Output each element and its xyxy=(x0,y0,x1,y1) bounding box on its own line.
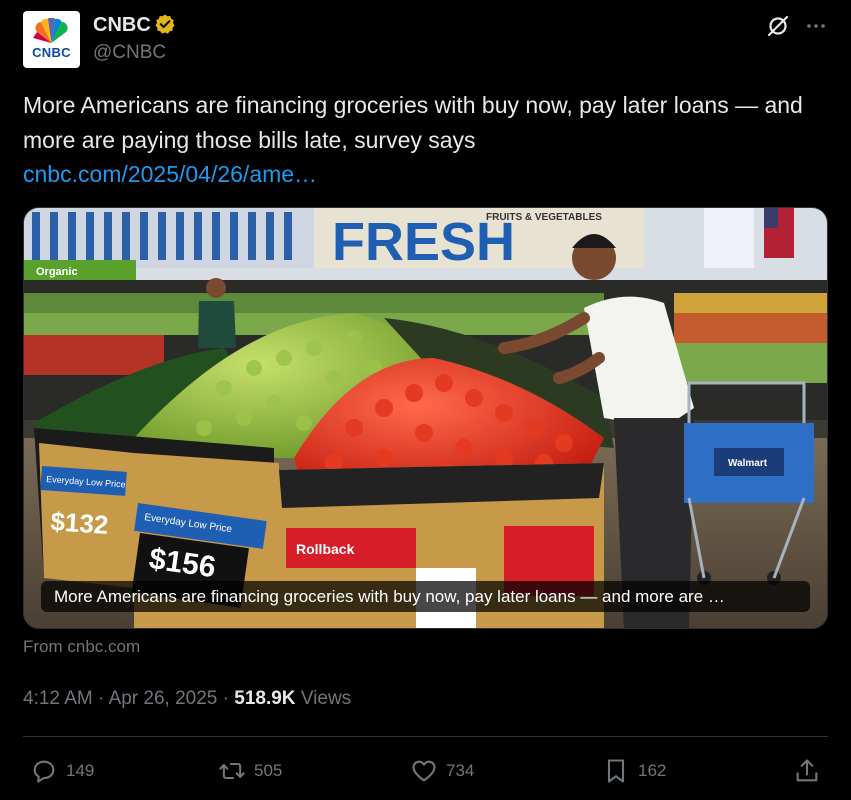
views-count: 518.9K xyxy=(234,688,296,709)
media-card[interactable]: FRESH FRUITS & VEGETABLES Organic Everyd… xyxy=(23,207,828,629)
share-icon xyxy=(796,759,818,782)
tweet-link[interactable]: cnbc.com/2025/04/26/ame… xyxy=(23,157,317,192)
repost-button[interactable]: 505 xyxy=(218,753,282,789)
walmart-cart-sign: Walmart xyxy=(728,458,768,469)
author-handle[interactable]: @CNBC xyxy=(93,40,176,66)
author-display-name[interactable]: CNBC xyxy=(93,12,151,38)
tweet-time[interactable]: 4:12 AM xyxy=(23,688,93,709)
organic-sign: Organic xyxy=(36,266,78,278)
media-caption: More Americans are financing groceries w… xyxy=(41,581,810,612)
peacock-logo-icon xyxy=(33,18,68,43)
media-source[interactable]: From cnbc.com xyxy=(23,636,140,658)
reply-count: 149 xyxy=(66,761,95,780)
tweet-header: CNBC CNBC @CNBC xyxy=(23,11,828,69)
repost-count: 505 xyxy=(254,761,283,780)
price-sign-1: $132 xyxy=(50,506,110,540)
meta-separator: · xyxy=(98,688,105,709)
tweet-meta: 4:12 AM · Apr 26, 2025 · 518.9K Views xyxy=(23,686,351,712)
divider xyxy=(23,736,828,737)
heart-icon xyxy=(412,760,436,782)
more-options-icon[interactable] xyxy=(804,14,828,38)
repost-icon xyxy=(219,762,245,780)
like-button[interactable]: 734 xyxy=(410,753,474,789)
grocery-photo: FRESH FRUITS & VEGETABLES Organic Everyd… xyxy=(24,208,827,628)
bookmark-icon xyxy=(607,759,625,783)
grok-icon[interactable] xyxy=(766,14,790,38)
avatar[interactable]: CNBC xyxy=(23,11,80,68)
bookmark-count: 162 xyxy=(638,761,667,780)
views-label: Views xyxy=(300,688,352,709)
tweet-date[interactable]: Apr 26, 2025 xyxy=(109,688,218,709)
share-button[interactable] xyxy=(793,753,821,789)
tweet-text: More Americans are financing groceries w… xyxy=(23,92,803,153)
author-name-block: CNBC @CNBC xyxy=(93,12,176,66)
fruits-sign: FRUITS & VEGETABLES xyxy=(486,212,602,223)
action-bar: 149 505 734 162 xyxy=(30,753,821,789)
reply-icon xyxy=(33,760,55,783)
rollback-sign: Rollback xyxy=(296,541,355,557)
verified-badge-icon[interactable] xyxy=(154,13,176,35)
bookmark-button[interactable]: 162 xyxy=(602,753,666,789)
meta-separator: · xyxy=(222,688,229,709)
reply-button[interactable]: 149 xyxy=(30,753,94,789)
like-count: 734 xyxy=(446,761,475,780)
avatar-logo-text: CNBC xyxy=(32,45,71,60)
